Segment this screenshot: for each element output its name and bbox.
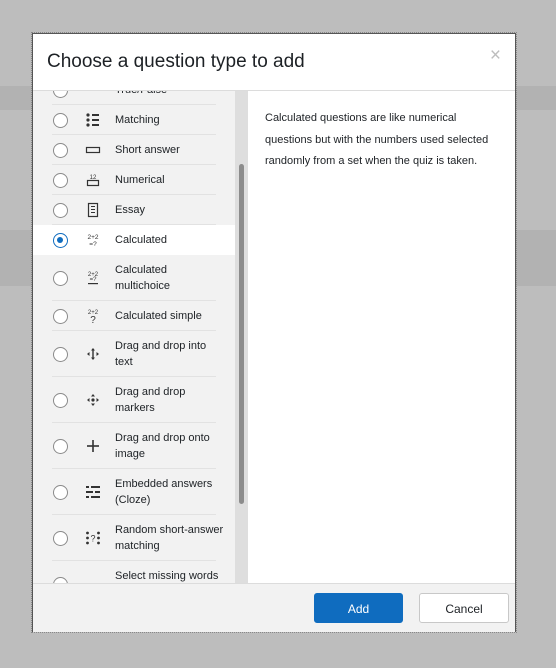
- short-answer-icon: [85, 142, 101, 158]
- question-type-label: True/False: [115, 91, 225, 98]
- description-panel: Calculated questions are like numerical …: [248, 91, 515, 583]
- question-type-option[interactable]: True/False: [33, 91, 235, 105]
- question-type-option[interactable]: Drag and drop into text: [33, 331, 235, 377]
- svg-text:?: ?: [90, 534, 95, 544]
- question-type-label: Calculated simple: [115, 310, 202, 322]
- scrollbar[interactable]: [235, 91, 248, 583]
- question-type-label: Random short-answer matching: [115, 524, 224, 552]
- radio-button[interactable]: [53, 308, 68, 324]
- question-type-description: Calculated questions are like numerical …: [265, 112, 489, 167]
- select-missing-words-icon: [85, 576, 101, 583]
- matching-icon: [85, 112, 101, 128]
- svg-text:2+2: 2+2: [87, 234, 98, 241]
- cancel-button[interactable]: Cancel: [419, 593, 509, 623]
- question-type-option[interactable]: 2+2 =? Calculated: [33, 225, 235, 255]
- radio-button[interactable]: [53, 484, 68, 500]
- question-type-option[interactable]: 2+2 =? Calculated multichoice: [33, 255, 235, 301]
- question-type-label: Short answer: [115, 144, 180, 156]
- question-type-option[interactable]: Select missing words: [33, 561, 235, 583]
- question-type-label: Matching: [115, 114, 160, 126]
- question-type-label: Select missing words: [115, 570, 219, 582]
- drag-drop-text-icon: [85, 346, 101, 362]
- radio-button[interactable]: [53, 530, 68, 546]
- svg-text:?: ?: [90, 315, 96, 324]
- question-type-label: Drag and drop markers: [115, 386, 186, 414]
- calculated-multichoice-icon: 2+2 =?: [85, 270, 101, 286]
- question-type-option[interactable]: Drag and drop markers: [33, 377, 235, 423]
- svg-text:=?: =?: [90, 277, 98, 283]
- question-type-label: Numerical: [115, 174, 165, 186]
- dialog-header: Choose a question type to add ×: [33, 34, 515, 91]
- radio-button[interactable]: [53, 142, 68, 158]
- radio-button[interactable]: [53, 172, 68, 188]
- drag-drop-markers-icon: [85, 392, 101, 408]
- question-type-option[interactable]: Short answer: [33, 135, 235, 165]
- calculated-icon: 2+2 =?: [85, 232, 101, 248]
- cloze-icon: [85, 484, 101, 500]
- dialog-title: Choose a question type to add: [47, 51, 305, 72]
- svg-text:=?: =?: [89, 241, 97, 248]
- question-type-label: Calculated: [115, 234, 167, 246]
- radio-button[interactable]: [53, 392, 68, 408]
- radio-button[interactable]: [53, 270, 68, 286]
- numerical-icon: 12: [85, 172, 101, 188]
- question-type-option[interactable]: ? Random short-answer matching: [33, 515, 235, 561]
- truefalse-icon: [85, 91, 101, 98]
- radio-button[interactable]: [53, 202, 68, 218]
- dialog-body: True/False Matching Short answer 12 Numerica…: [33, 91, 515, 583]
- drag-drop-image-icon: [85, 438, 101, 454]
- question-type-option[interactable]: 12 Numerical: [33, 165, 235, 195]
- scrollbar-thumb[interactable]: [239, 164, 244, 504]
- radio-button[interactable]: [53, 232, 68, 248]
- question-type-label: Essay: [115, 204, 145, 216]
- question-type-label: Embedded answers (Cloze): [115, 478, 213, 506]
- question-type-option[interactable]: Embedded answers (Cloze): [33, 469, 235, 515]
- question-type-label: Drag and drop onto image: [115, 432, 210, 460]
- dialog-footer: Add Cancel: [33, 583, 515, 632]
- radio-button[interactable]: [53, 438, 68, 454]
- close-icon[interactable]: ×: [490, 46, 501, 65]
- question-type-option[interactable]: Matching: [33, 105, 235, 135]
- radio-button[interactable]: [53, 112, 68, 128]
- add-button[interactable]: Add: [314, 593, 403, 623]
- question-type-label: Drag and drop into text: [115, 340, 207, 368]
- question-type-option[interactable]: Essay: [33, 195, 235, 225]
- question-type-option[interactable]: Drag and drop onto image: [33, 423, 235, 469]
- calculated-simple-icon: 2+2?: [85, 308, 101, 326]
- radio-button[interactable]: [53, 91, 68, 98]
- question-type-list[interactable]: True/False Matching Short answer 12 Numerica…: [33, 91, 235, 583]
- essay-icon: [85, 202, 101, 218]
- question-type-dialog: Choose a question type to add × True/Fal…: [31, 32, 517, 633]
- random-matching-icon: ?: [85, 530, 101, 546]
- question-type-label: Calculated multichoice: [115, 264, 171, 292]
- question-type-option[interactable]: 2+2? Calculated simple: [33, 301, 235, 331]
- radio-button[interactable]: [53, 346, 68, 362]
